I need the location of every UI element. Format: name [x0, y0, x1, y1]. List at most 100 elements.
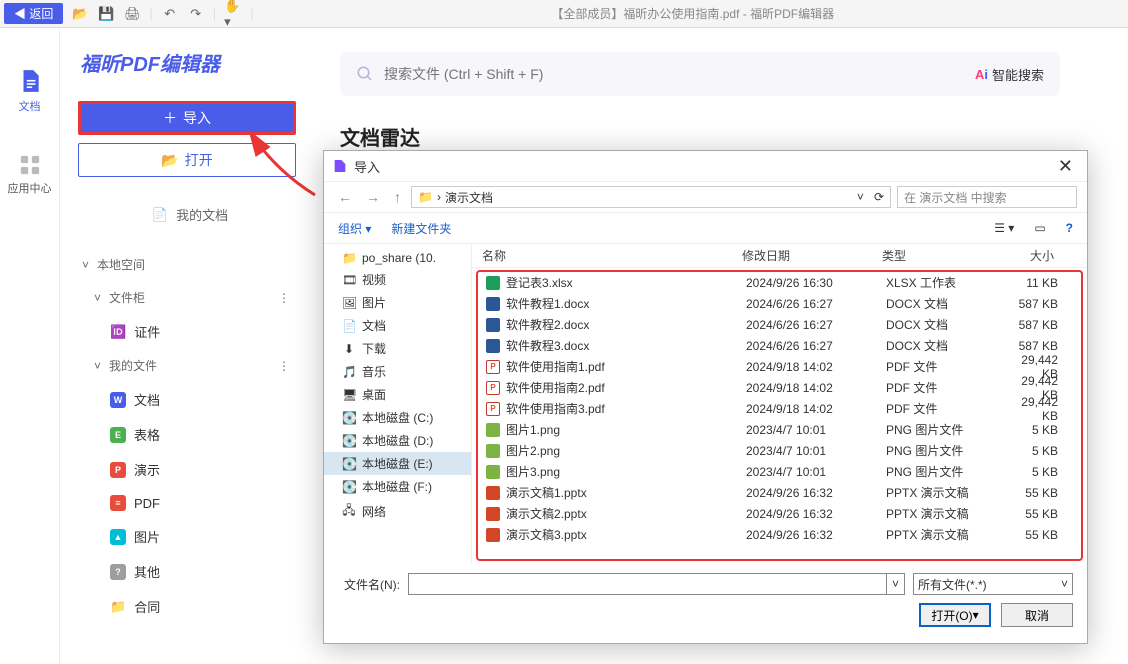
filetype-icon	[486, 360, 500, 374]
tree-icon: 🖼	[342, 296, 356, 310]
sidebar-type-合同[interactable]: 📁合同	[78, 589, 302, 624]
tree-item[interactable]: 🖧网络	[324, 498, 471, 525]
sidebar-type-演示[interactable]: P演示	[78, 452, 302, 487]
type-icon: E	[110, 427, 126, 443]
filename-input[interactable]	[408, 573, 887, 595]
col-name[interactable]: 名称	[482, 247, 742, 264]
dialog-footer: 文件名(N): ˅ 所有文件(*.*)˅ 打开(O) ▾ 取消	[324, 563, 1087, 643]
newfolder-button[interactable]: 新建文件夹	[391, 220, 451, 237]
dialog-toolbar: 组织 ▾ 新建文件夹 ☰ ▾ ▭ ?	[324, 213, 1087, 243]
print-icon[interactable]: 🖨	[123, 5, 141, 23]
sidebar-local[interactable]: ˅ 本地空间	[78, 248, 302, 281]
redo-icon[interactable]: ↷	[187, 5, 205, 23]
sidebar-cert[interactable]: 🆔 证件	[78, 314, 302, 349]
file-row[interactable]: 演示文稿1.pptx2024/9/26 16:32PPTX 演示文稿55 KB	[478, 482, 1081, 503]
col-size[interactable]: 大小	[1002, 247, 1060, 264]
tree-item[interactable]: 💽本地磁盘 (E:)	[324, 452, 471, 475]
tree-item[interactable]: ⬇下载	[324, 337, 471, 360]
path-box[interactable]: 📁 › 演示文档 ˅ ⟳	[411, 186, 891, 208]
view-mode-icon[interactable]: ☰ ▾	[994, 221, 1014, 235]
folder-tree[interactable]: 📁po_share (10.🎞视频🖼图片📄文档⬇下载🎵音乐🖥桌面💽本地磁盘 (C…	[324, 244, 472, 563]
app-logo: 福昕PDF编辑器	[78, 48, 302, 77]
folder-icon: 📁	[418, 190, 433, 204]
file-row[interactable]: 软件使用指南1.pdf2024/9/18 14:02PDF 文件29,442 K…	[478, 356, 1081, 377]
file-row[interactable]: 演示文稿2.pptx2024/9/26 16:32PPTX 演示文稿55 KB	[478, 503, 1081, 524]
filetype-icon	[486, 276, 500, 290]
tree-item[interactable]: 🎵音乐	[324, 360, 471, 383]
hand-icon[interactable]: ✋▾	[224, 5, 242, 23]
tree-item[interactable]: 💽本地磁盘 (D:)	[324, 429, 471, 452]
filetype-filter[interactable]: 所有文件(*.*)˅	[913, 573, 1073, 595]
organize-menu[interactable]: 组织 ▾	[338, 220, 371, 237]
document-title: 【全部成员】福昕办公使用指南.pdf - 福昕PDF编辑器	[262, 5, 1124, 22]
dialog-close-icon[interactable]: ✕	[1052, 156, 1079, 177]
sidebar-type-图片[interactable]: ▲图片	[78, 519, 302, 554]
sidebar-mydocs[interactable]: 📄 我的文档	[78, 197, 302, 232]
sidebar-type-表格[interactable]: E表格	[78, 417, 302, 452]
sidebar-type-PDF[interactable]: ≡PDF	[78, 487, 302, 519]
file-row[interactable]: 软件教程1.docx2024/6/26 16:27DOCX 文档587 KB	[478, 293, 1081, 314]
dialog-open-button[interactable]: 打开(O) ▾	[919, 603, 991, 627]
tree-icon: 💽	[342, 457, 356, 471]
file-row[interactable]: 登记表3.xlsx2024/9/26 16:30XLSX 工作表11 KB	[478, 272, 1081, 293]
sidebar: 福昕PDF编辑器 ＋ 导入 📂 打开 📄 我的文档 ˅ 本地空间 ˅ 文件柜 ⋮…	[60, 28, 310, 664]
file-dialog: 导入 ✕ ← → ↑ 📁 › 演示文档 ˅ ⟳ 在 演示文档 中搜索 组织 ▾ …	[323, 150, 1088, 644]
tree-item[interactable]: 📄文档	[324, 314, 471, 337]
tree-item[interactable]: 💽本地磁盘 (F:)	[324, 475, 471, 498]
nav-apps[interactable]: 应用中心	[8, 154, 52, 196]
filename-dropdown-icon[interactable]: ˅	[887, 573, 905, 595]
sidebar-type-其他[interactable]: ?其他	[78, 554, 302, 589]
tree-item[interactable]: 💽本地磁盘 (C:)	[324, 406, 471, 429]
file-row[interactable]: 软件使用指南2.pdf2024/9/18 14:02PDF 文件29,442 K…	[478, 377, 1081, 398]
open-button[interactable]: 📂 打开	[78, 143, 296, 177]
tree-icon: 💽	[342, 480, 356, 494]
filetype-icon	[486, 465, 500, 479]
type-icon: ?	[110, 564, 126, 580]
file-row[interactable]: 软件使用指南3.pdf2024/9/18 14:02PDF 文件29,442 K…	[478, 398, 1081, 419]
filetype-icon	[486, 507, 500, 521]
tree-icon: 🖧	[342, 501, 356, 522]
tree-item[interactable]: 🖥桌面	[324, 383, 471, 406]
col-date[interactable]: 修改日期	[742, 247, 882, 264]
file-row[interactable]: 演示文稿3.pptx2024/9/26 16:32PPTX 演示文稿55 KB	[478, 524, 1081, 545]
path-refresh-icon[interactable]: ⟳	[874, 190, 884, 204]
file-row[interactable]: 软件教程2.docx2024/6/26 16:27DOCX 文档587 KB	[478, 314, 1081, 335]
undo-icon[interactable]: ↶	[161, 5, 179, 23]
tree-icon: 🎵	[342, 365, 356, 379]
tree-item[interactable]: 🖼图片	[324, 291, 471, 314]
nav-up-icon[interactable]: ↑	[390, 189, 405, 205]
search-input[interactable]	[384, 66, 965, 82]
file-row[interactable]: 图片2.png2023/4/7 10:01PNG 图片文件5 KB	[478, 440, 1081, 461]
dialog-cancel-button[interactable]: 取消	[1001, 603, 1073, 627]
preview-pane-icon[interactable]: ▭	[1034, 221, 1045, 235]
nav-fwd-icon[interactable]: →	[362, 189, 384, 205]
search-bar[interactable]: Ai 智能搜索	[340, 52, 1060, 96]
sidebar-type-文档[interactable]: W文档	[78, 382, 302, 417]
col-type[interactable]: 类型	[882, 247, 1002, 264]
tree-item[interactable]: 🎞视频	[324, 268, 471, 291]
sidebar-myfiles[interactable]: ˅ 我的文件 ⋮	[78, 349, 302, 382]
file-list[interactable]: 登记表3.xlsx2024/9/26 16:30XLSX 工作表11 KB软件教…	[476, 270, 1083, 561]
tree-icon: 📁	[342, 251, 356, 265]
path-dropdown-icon[interactable]: ˅	[857, 190, 864, 204]
file-columns-header[interactable]: 名称 修改日期 类型 大小	[472, 244, 1087, 268]
open-folder-icon[interactable]: 📂	[71, 5, 89, 23]
nav-back-icon[interactable]: ←	[334, 189, 356, 205]
ai-search[interactable]: Ai 智能搜索	[975, 65, 1044, 84]
file-row[interactable]: 图片1.png2023/4/7 10:01PNG 图片文件5 KB	[478, 419, 1081, 440]
save-icon[interactable]: 💾	[97, 5, 115, 23]
file-row[interactable]: 软件教程3.docx2024/6/26 16:27DOCX 文档587 KB	[478, 335, 1081, 356]
sidebar-cabinet[interactable]: ˅ 文件柜 ⋮	[78, 281, 302, 314]
import-button[interactable]: ＋ 导入	[78, 101, 296, 135]
type-icon: ≡	[110, 495, 126, 511]
help-icon[interactable]: ?	[1066, 221, 1073, 235]
doc-icon	[17, 68, 43, 94]
tree-item[interactable]: 📁po_share (10.	[324, 248, 471, 268]
dialog-search[interactable]: 在 演示文档 中搜索	[897, 186, 1077, 208]
back-button[interactable]: ◀ 返回	[4, 3, 63, 24]
top-toolbar: ◀ 返回 📂 💾 🖨 | ↶ ↷ | ✋▾ | 【全部成员】福昕办公使用指南.p…	[0, 0, 1128, 28]
nav-docs[interactable]: 文档	[17, 68, 43, 114]
file-row[interactable]: 图片3.png2023/4/7 10:01PNG 图片文件5 KB	[478, 461, 1081, 482]
type-icon: P	[110, 462, 126, 478]
search-icon	[356, 65, 374, 83]
